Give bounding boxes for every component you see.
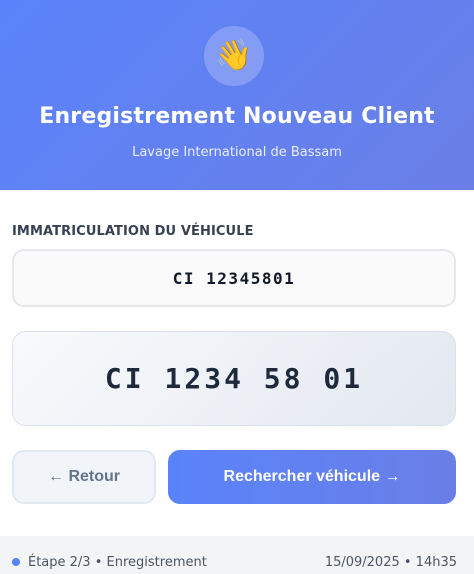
page-title: Enregistrement Nouveau Client <box>39 104 435 129</box>
plate-number-input[interactable] <box>12 249 456 307</box>
datetime-display: 15/09/2025 • 14h35 <box>324 555 457 570</box>
plate-preview: CI 1234 58 01 <box>12 331 456 426</box>
status-dot-icon <box>12 558 20 566</box>
step-indicator: Étape 2/3 • Enregistrement <box>28 555 207 570</box>
waving-hand-icon: 👋 <box>204 26 264 86</box>
header-banner: 👋 Enregistrement Nouveau Client Lavage I… <box>0 0 474 190</box>
plate-preview-text: CI 1234 58 01 <box>104 362 364 395</box>
back-button[interactable]: ← Retour <box>12 450 156 504</box>
plate-field-label: IMMATRICULATION DU VÉHICULE <box>12 224 254 239</box>
page-subtitle: Lavage International de Bassam <box>132 145 342 160</box>
status-footer: Étape 2/3 • Enregistrement 15/09/2025 • … <box>0 536 474 574</box>
search-vehicle-button[interactable]: Rechercher véhicule → <box>168 450 456 504</box>
